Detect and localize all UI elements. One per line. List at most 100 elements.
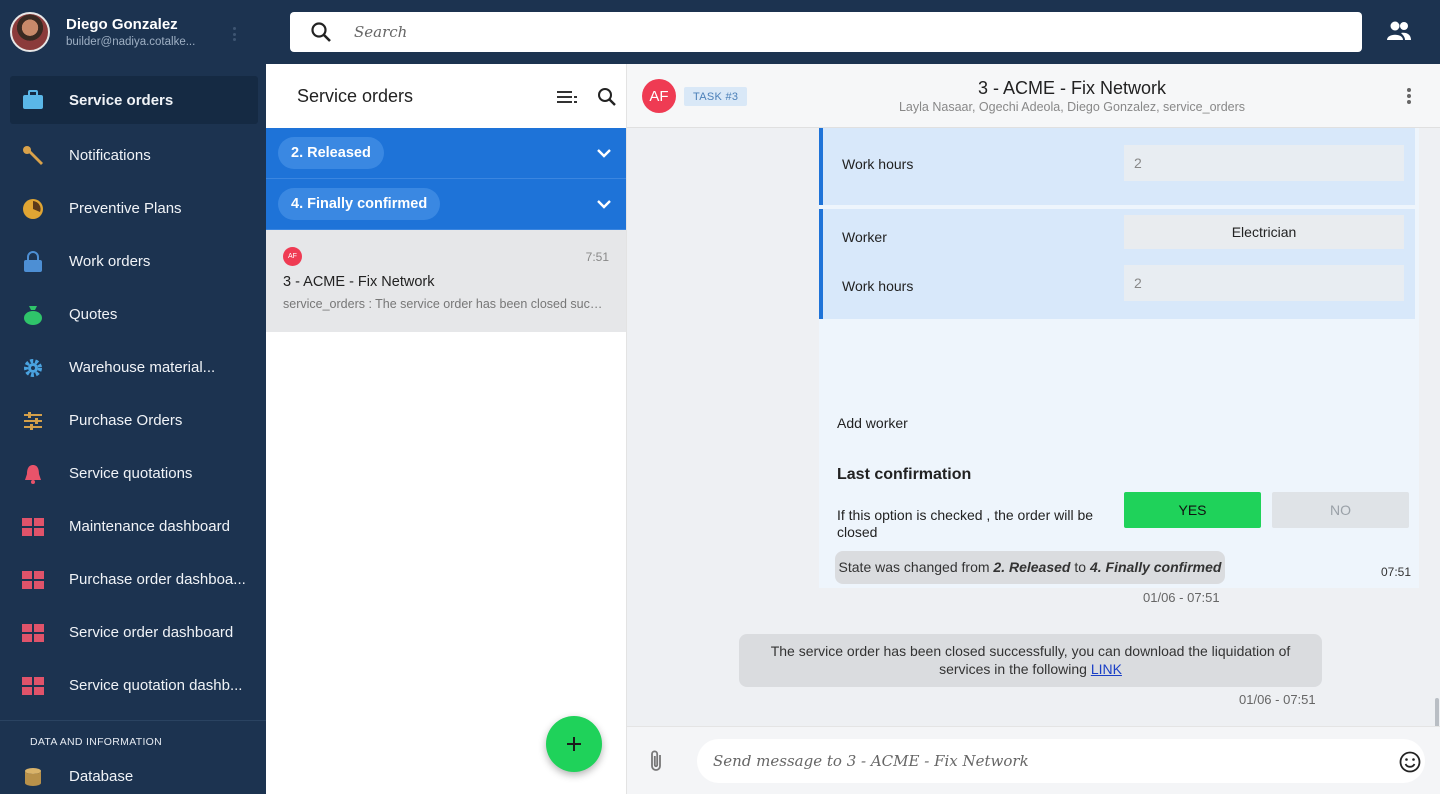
sidebar-item-label: Service order dashboard bbox=[69, 624, 234, 641]
work-hours-input[interactable]: 2 bbox=[1124, 145, 1404, 181]
sidebar-item-service-quotation-dashboard[interactable]: Service quotation dashb... bbox=[0, 659, 266, 712]
group-label: 4. Finally confirmed bbox=[278, 188, 441, 220]
avatar[interactable] bbox=[10, 12, 50, 52]
user-profile[interactable]: Diego Gonzalez builder@nadiya.cotalke... bbox=[0, 0, 266, 64]
group-released[interactable]: 2. Released bbox=[266, 128, 626, 179]
no-button[interactable]: NO bbox=[1272, 492, 1409, 528]
sidebar-item-quotes[interactable]: Quotes bbox=[0, 288, 266, 341]
state-to: 4. Finally confirmed bbox=[1089, 559, 1222, 575]
people-icon[interactable] bbox=[1386, 20, 1412, 42]
sidebar-item-label: Work orders bbox=[69, 253, 151, 270]
money-bag-icon bbox=[22, 304, 44, 326]
sidebar-item-label: Purchase order dashboa... bbox=[69, 571, 246, 588]
attachment-icon[interactable] bbox=[647, 749, 667, 773]
sliders-icon bbox=[22, 410, 44, 432]
sidebar-item-preventive-plans[interactable]: Preventive Plans bbox=[0, 182, 266, 235]
sidebar-item-label: Service quotations bbox=[69, 465, 193, 482]
sidebar-item-label: Maintenance dashboard bbox=[69, 518, 230, 535]
avatar[interactable]: AF bbox=[642, 79, 676, 113]
sidebar-item-service-orders[interactable]: Service orders bbox=[10, 76, 258, 124]
chat-header: AF TASK #3 3 - ACME - Fix Network Layla … bbox=[627, 64, 1440, 128]
message-time: 01/06 - 07:51 bbox=[1143, 590, 1220, 605]
search-icon[interactable] bbox=[596, 86, 618, 108]
briefcase-icon bbox=[22, 89, 44, 111]
last-confirmation-title: Last confirmation bbox=[837, 466, 972, 483]
state-change-middle: to bbox=[1070, 559, 1090, 575]
dashboard-icon bbox=[22, 622, 44, 644]
scrollbar[interactable] bbox=[1435, 698, 1439, 726]
avatar: AF bbox=[283, 247, 302, 266]
sidebar-item-database[interactable]: Database bbox=[0, 750, 266, 794]
sidebar: Diego Gonzalez builder@nadiya.cotalke...… bbox=[0, 0, 266, 794]
database-icon bbox=[22, 766, 44, 788]
sidebar-item-notifications[interactable]: Notifications bbox=[0, 129, 266, 182]
group-label: 2. Released bbox=[278, 137, 384, 169]
service-order-form: Worker Work hours 2 Worker Electrician W… bbox=[819, 128, 1419, 588]
sidebar-section-title: DATA AND INFORMATION bbox=[0, 720, 266, 750]
filter-list-icon[interactable] bbox=[556, 86, 578, 108]
add-worker-button[interactable]: Add worker bbox=[837, 415, 908, 431]
dashboard-icon bbox=[22, 516, 44, 538]
top-bar bbox=[266, 0, 1440, 64]
wrench-icon bbox=[22, 145, 44, 167]
conversation-item[interactable]: AF 7:51 3 - ACME - Fix Network service_o… bbox=[266, 230, 626, 332]
sidebar-item-label: Quotes bbox=[69, 306, 118, 323]
sidebar-item-purchase-order-dashboard[interactable]: Purchase order dashboa... bbox=[0, 553, 266, 606]
pie-icon bbox=[22, 198, 44, 220]
yes-button[interactable]: YES bbox=[1124, 492, 1261, 528]
dashboard-icon bbox=[22, 569, 44, 591]
conversation-time: 7:51 bbox=[585, 250, 609, 264]
message-input[interactable] bbox=[697, 739, 1425, 783]
sidebar-item-label: Warehouse material... bbox=[69, 359, 216, 376]
sidebar-item-purchase-orders[interactable]: Purchase Orders bbox=[0, 394, 266, 447]
list-title: Service orders bbox=[297, 85, 414, 106]
sidebar-item-maintenance-dashboard[interactable]: Maintenance dashboard bbox=[0, 500, 266, 553]
state-from: 2. Released bbox=[993, 559, 1071, 575]
sidebar-item-label: Database bbox=[69, 768, 134, 785]
worker-label: Worker bbox=[842, 229, 887, 245]
bell-icon bbox=[22, 463, 44, 485]
chevron-down-icon[interactable] bbox=[596, 196, 612, 212]
sidebar-item-warehouse-material[interactable]: Warehouse material... bbox=[0, 341, 266, 394]
lock-icon bbox=[22, 250, 44, 273]
message-time: 01/06 - 07:51 bbox=[1239, 692, 1316, 707]
work-hours-label: Work hours bbox=[842, 156, 914, 172]
user-name: Diego Gonzalez bbox=[66, 16, 178, 33]
sidebar-menu: Service orders Notifications Preventive … bbox=[0, 76, 266, 794]
search-input[interactable] bbox=[354, 23, 1254, 41]
sidebar-item-service-quotations[interactable]: Service quotations bbox=[0, 447, 266, 500]
emoji-icon[interactable] bbox=[1399, 751, 1421, 773]
sidebar-item-work-orders[interactable]: Work orders bbox=[0, 235, 266, 288]
conversation-title: 3 - ACME - Fix Network bbox=[283, 274, 435, 290]
state-change-message: State was changed from 2. Released to 4.… bbox=[835, 551, 1225, 584]
sidebar-item-label: Notifications bbox=[69, 147, 151, 164]
group-finally-confirmed[interactable]: 4. Finally confirmed bbox=[266, 179, 626, 230]
worker-select[interactable]: Electrician bbox=[1124, 215, 1404, 249]
dashboard-icon bbox=[22, 675, 44, 697]
sidebar-item-service-order-dashboard[interactable]: Service order dashboard bbox=[0, 606, 266, 659]
message-time: 07:51 bbox=[1380, 565, 1411, 579]
profile-menu-icon[interactable] bbox=[232, 27, 236, 41]
chat-title: 3 - ACME - Fix Network bbox=[977, 78, 1167, 98]
state-change-prefix: State was changed from bbox=[838, 559, 994, 575]
worker-block: Worker Work hours 2 bbox=[819, 128, 1415, 205]
sidebar-item-label: Preventive Plans bbox=[69, 200, 182, 217]
work-hours-label: Work hours bbox=[842, 278, 914, 294]
closed-message: The service order has been closed succes… bbox=[739, 634, 1322, 687]
chat-members: Layla Nasaar, Ogechi Adeola, Diego Gonza… bbox=[898, 100, 1246, 114]
search-bar[interactable] bbox=[290, 12, 1362, 52]
new-conversation-button[interactable] bbox=[546, 716, 602, 772]
list-header: Service orders bbox=[266, 64, 626, 128]
liquidation-link[interactable]: LINK bbox=[1091, 661, 1122, 677]
chat-panel: AF TASK #3 3 - ACME - Fix Network Layla … bbox=[627, 64, 1440, 794]
confirmation-text: If this option is checked , the order wi… bbox=[837, 507, 1094, 540]
composer bbox=[627, 726, 1440, 794]
closed-message-text: The service order has been closed succes… bbox=[770, 643, 1291, 677]
worker-block: Worker Electrician Work hours 2 bbox=[819, 209, 1415, 319]
message-area[interactable]: Worker Work hours 2 Worker Electrician W… bbox=[627, 128, 1440, 726]
sidebar-item-label: Service quotation dashb... bbox=[69, 677, 243, 694]
work-hours-input[interactable]: 2 bbox=[1124, 265, 1404, 301]
user-email: builder@nadiya.cotalke... bbox=[66, 36, 196, 48]
more-options-icon[interactable] bbox=[1406, 88, 1412, 104]
chevron-down-icon[interactable] bbox=[596, 145, 612, 161]
